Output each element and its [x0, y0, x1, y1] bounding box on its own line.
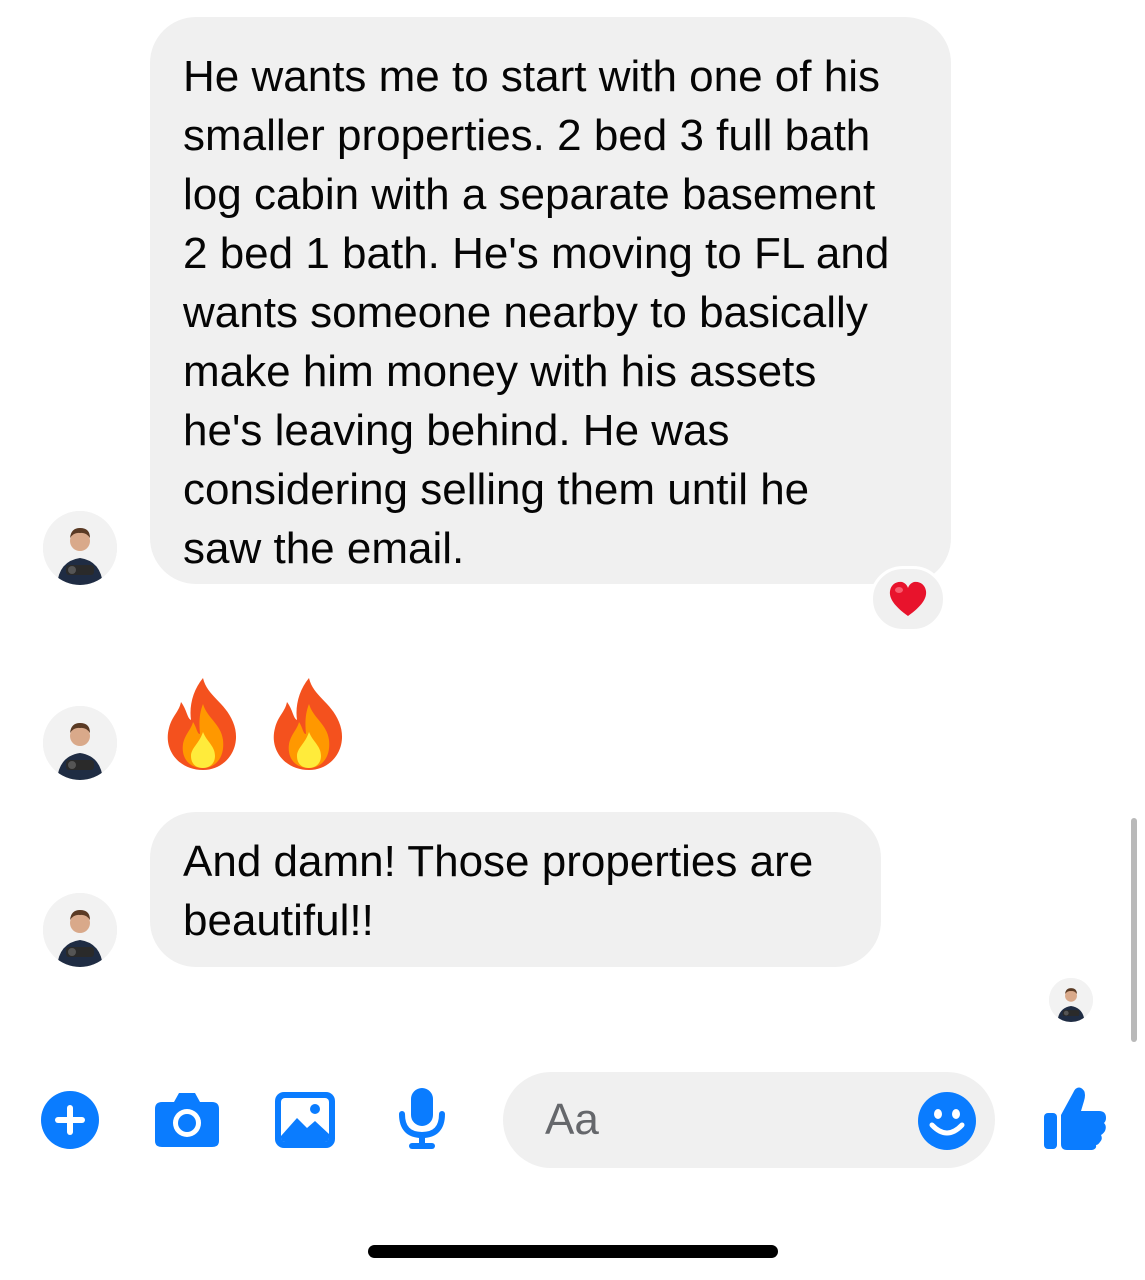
- avatar-image: [43, 706, 117, 780]
- sender-avatar[interactable]: [43, 511, 117, 585]
- fire-emoji-icon[interactable]: [163, 676, 243, 772]
- microphone-icon[interactable]: [397, 1087, 447, 1151]
- emoji-icon[interactable]: [917, 1091, 977, 1151]
- avatar-image: [43, 511, 117, 585]
- camera-icon[interactable]: [154, 1090, 220, 1148]
- sender-avatar[interactable]: [43, 893, 117, 967]
- message-input-placeholder: Aa: [545, 1095, 599, 1144]
- message-input[interactable]: Aa: [503, 1072, 995, 1168]
- message-bubble-1[interactable]: He wants me to start with one of his sma…: [150, 17, 951, 584]
- thumbs-up-icon[interactable]: [1043, 1085, 1107, 1151]
- message-reaction[interactable]: [870, 566, 946, 632]
- avatar-image: [1049, 978, 1093, 1022]
- avatar-image: [43, 893, 117, 967]
- scrollbar[interactable]: [1131, 818, 1137, 1042]
- sender-avatar[interactable]: [43, 706, 117, 780]
- image-icon[interactable]: [275, 1092, 335, 1148]
- fire-emoji-icon[interactable]: [269, 676, 349, 772]
- heart-emoji-icon: [889, 581, 927, 616]
- home-indicator[interactable]: [368, 1245, 778, 1258]
- read-receipt-avatar: [1049, 978, 1093, 1022]
- plus-icon[interactable]: [40, 1090, 100, 1150]
- message-bubble-3[interactable]: And damn! Those properties are beautiful…: [150, 812, 881, 967]
